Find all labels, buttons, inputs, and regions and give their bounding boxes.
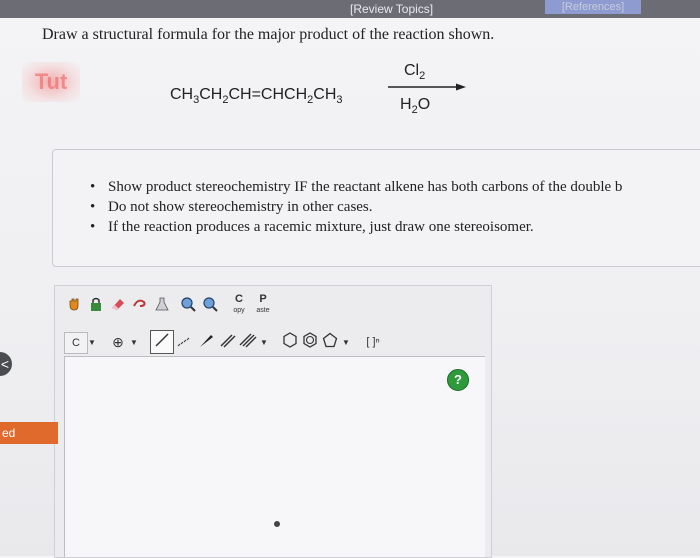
reagent-h2o: H2O bbox=[400, 96, 431, 117]
benzene-ring-button[interactable] bbox=[300, 332, 320, 352]
previous-nav-button[interactable]: < bbox=[0, 352, 12, 376]
hint-item: If the reaction produces a racemic mixtu… bbox=[90, 217, 622, 237]
left-orange-tab[interactable]: ed bbox=[0, 422, 58, 444]
eraser-tool[interactable] bbox=[108, 296, 128, 316]
copy-button[interactable]: C opy bbox=[228, 294, 250, 320]
ring-dropdown[interactable]: ▼ bbox=[340, 332, 352, 352]
lasso-tool[interactable] bbox=[130, 296, 150, 316]
eraser-icon bbox=[112, 299, 124, 310]
pentagon-icon bbox=[322, 332, 338, 348]
tutor-badge[interactable]: Tut bbox=[22, 62, 80, 102]
hexagon-icon bbox=[283, 332, 297, 348]
zoom-out-icon bbox=[203, 297, 218, 312]
reaction-arrow bbox=[388, 83, 466, 91]
charge-dropdown[interactable]: ▼ bbox=[128, 332, 140, 352]
copy-label: C bbox=[235, 293, 243, 305]
bracket-icon: [ ]ⁿ bbox=[366, 336, 380, 348]
double-bond-button[interactable] bbox=[218, 332, 238, 352]
lasso-icon bbox=[133, 299, 146, 307]
hexagon-ring-button[interactable] bbox=[280, 332, 300, 352]
lock-tool[interactable] bbox=[86, 296, 106, 316]
hint-item: Show product stereochemistry IF the reac… bbox=[90, 177, 622, 197]
drawing-canvas[interactable] bbox=[64, 356, 485, 557]
reactant-formula: CH3CH2CH=CHCH2CH3 bbox=[170, 86, 343, 107]
lock-icon bbox=[91, 297, 101, 311]
benzene-icon bbox=[303, 332, 317, 348]
hint-list: Show product stereochemistry IF the reac… bbox=[90, 177, 622, 237]
zoom-in-tool[interactable] bbox=[178, 296, 198, 316]
element-c-button[interactable]: C bbox=[64, 332, 88, 354]
zoom-in-icon bbox=[181, 297, 196, 312]
wedge-bond-icon bbox=[200, 335, 213, 347]
double-bond-icon bbox=[220, 334, 236, 348]
help-button[interactable]: ? bbox=[447, 369, 469, 391]
single-bond-button[interactable] bbox=[150, 330, 174, 354]
charge-icon: ⊕ bbox=[112, 334, 124, 350]
paste-label: P bbox=[259, 293, 267, 305]
references-link[interactable]: [References] bbox=[545, 0, 641, 14]
zoom-out-tool[interactable] bbox=[200, 296, 220, 316]
canvas-marker-dot bbox=[274, 521, 280, 527]
element-dropdown[interactable]: ▼ bbox=[86, 332, 98, 352]
triple-bond-icon bbox=[239, 333, 257, 348]
single-bond-icon bbox=[155, 333, 169, 347]
chevron-down-icon: ▼ bbox=[260, 338, 268, 347]
flask-icon bbox=[155, 297, 169, 311]
hashed-bond-button[interactable] bbox=[174, 332, 194, 352]
hashed-bond-icon bbox=[177, 337, 190, 347]
copy-sublabel: opy bbox=[233, 307, 245, 314]
chevron-down-icon: ▼ bbox=[88, 338, 96, 347]
bond-dropdown[interactable]: ▼ bbox=[258, 332, 270, 352]
review-topics-link[interactable]: [Review Topics] bbox=[350, 0, 433, 18]
chevron-down-icon: ▼ bbox=[130, 338, 138, 347]
charge-button[interactable]: ⊕ bbox=[108, 332, 128, 352]
triple-bond-button[interactable] bbox=[238, 332, 258, 352]
paste-button[interactable]: P aste bbox=[252, 294, 274, 320]
element-label: C bbox=[72, 337, 80, 349]
hint-item: Do not show stereochemistry in other cas… bbox=[90, 197, 622, 217]
bracket-button[interactable]: [ ]ⁿ bbox=[360, 332, 386, 352]
question-prompt: Draw a structural formula for the major … bbox=[42, 26, 495, 43]
wedge-bond-button[interactable] bbox=[196, 332, 216, 352]
reagent-cl2: Cl2 bbox=[404, 62, 426, 83]
flask-tool[interactable] bbox=[152, 296, 172, 316]
paste-sublabel: aste bbox=[256, 307, 270, 314]
pentagon-ring-button[interactable] bbox=[320, 332, 340, 352]
hand-tool[interactable] bbox=[64, 296, 84, 316]
chevron-down-icon: ▼ bbox=[342, 338, 350, 347]
hand-icon bbox=[69, 298, 79, 311]
